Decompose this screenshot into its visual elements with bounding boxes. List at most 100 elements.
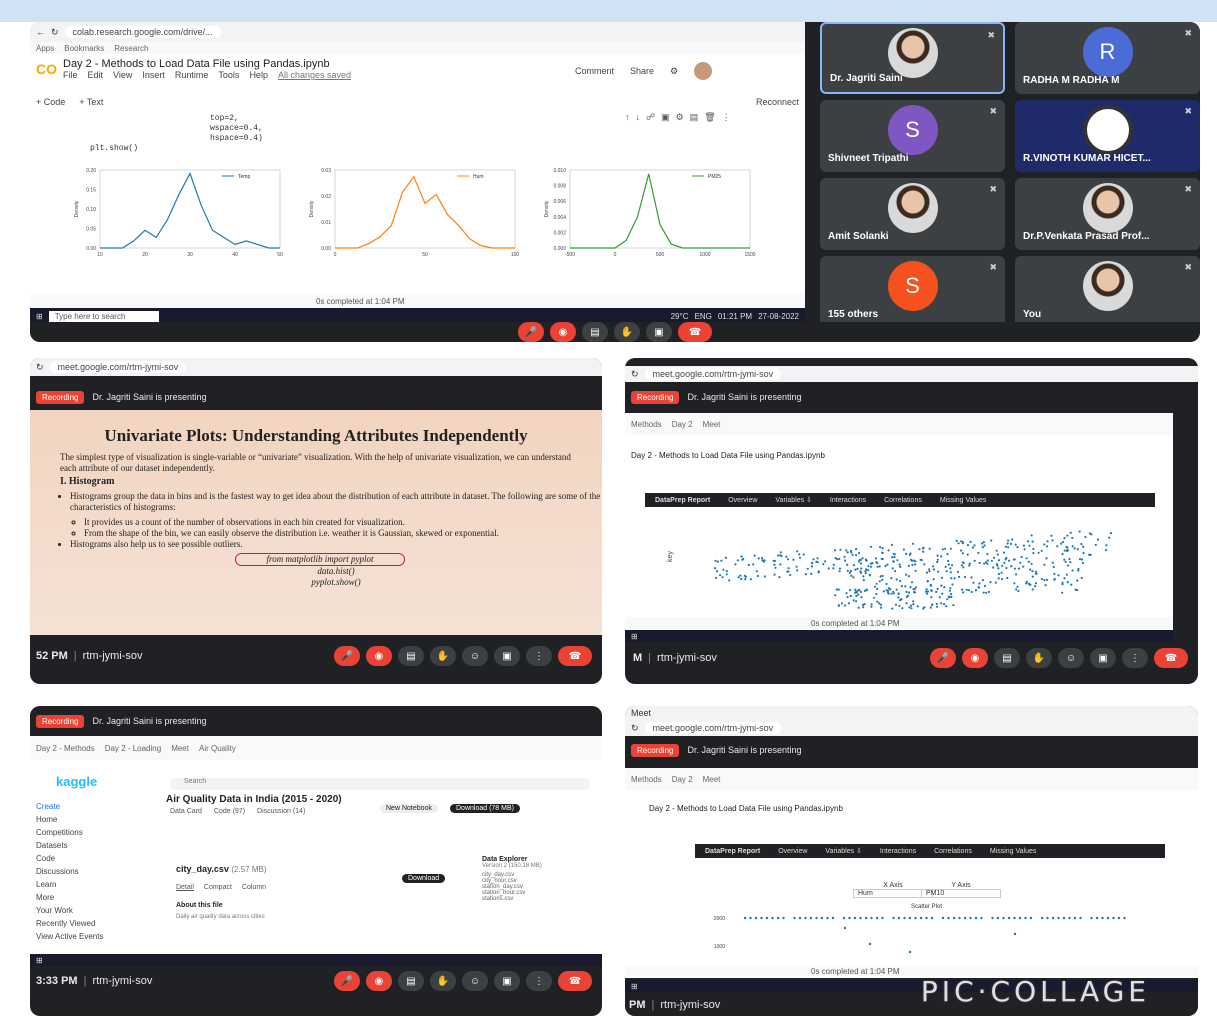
- mic-off-icon[interactable]: 🎤: [334, 646, 360, 666]
- emoji-icon[interactable]: ☺: [462, 646, 488, 666]
- notebook-title[interactable]: Day 2 - Methods to Load Data File using …: [631, 451, 825, 460]
- tab-dataprep[interactable]: DataPrep Report: [655, 497, 710, 504]
- code-cell[interactable]: top=2, wspace=0.4, hspace=0.4) plt.show(…: [90, 114, 263, 154]
- participant-tile[interactable]: S ✖ 155 others: [820, 256, 1005, 328]
- start-icon[interactable]: ⊞: [631, 632, 638, 641]
- download-button[interactable]: Download (78 MB): [450, 804, 520, 813]
- explorer-file[interactable]: stations.csv: [482, 896, 542, 902]
- reload-icon[interactable]: ↻: [51, 27, 59, 38]
- address-bar[interactable]: meet.google.com/rtm-jymi-sov: [644, 722, 782, 734]
- search-input[interactable]: Search: [170, 778, 590, 790]
- tab-variables[interactable]: Variables ⇩: [825, 847, 861, 855]
- participant-tile[interactable]: ✖ You: [1015, 256, 1200, 328]
- tab-interactions[interactable]: Interactions: [830, 497, 866, 504]
- mic-off-icon[interactable]: 🎤: [518, 322, 544, 342]
- add-code-button[interactable]: + Code: [36, 97, 65, 107]
- participant-tile[interactable]: ✖ R.VINOTH KUMAR HICET...: [1015, 100, 1200, 172]
- raise-hand-icon[interactable]: ✋: [430, 971, 456, 991]
- sidebar-item-create[interactable]: Create: [36, 802, 140, 811]
- participant-tile[interactable]: ✖ Amit Solanki: [820, 178, 1005, 250]
- back-icon[interactable]: ←: [36, 27, 45, 37]
- y-axis-dropdown[interactable]: PM10: [921, 889, 1001, 898]
- raise-hand-icon[interactable]: ✋: [430, 646, 456, 666]
- kaggle-logo[interactable]: kaggle: [56, 774, 97, 789]
- camera-off-icon[interactable]: ◉: [962, 648, 988, 668]
- tab-correlations[interactable]: Correlations: [884, 497, 922, 504]
- address-bar[interactable]: meet.google.com/rtm-jymi-sov: [644, 368, 782, 380]
- new-notebook-button[interactable]: New Notebook: [380, 804, 438, 813]
- present-icon[interactable]: ▣: [1090, 648, 1116, 668]
- sidebar-item-learn[interactable]: Learn: [36, 880, 140, 889]
- end-call-icon[interactable]: ☎: [678, 322, 712, 342]
- notebook-title[interactable]: Day 2 - Methods to Load Data File using …: [63, 58, 351, 70]
- captions-icon[interactable]: ▤: [582, 322, 608, 342]
- camera-off-icon[interactable]: ◉: [366, 646, 392, 666]
- settings-icon[interactable]: ⚙: [670, 66, 678, 80]
- emoji-icon[interactable]: ☺: [1058, 648, 1084, 668]
- reload-icon[interactable]: ↻: [36, 362, 44, 373]
- sidebar-item-events[interactable]: View Active Events: [36, 932, 140, 941]
- sidebar-item-code[interactable]: Code: [36, 854, 140, 863]
- sidebar-item-more[interactable]: More: [36, 893, 140, 902]
- camera-off-icon[interactable]: ◉: [550, 322, 576, 342]
- start-icon[interactable]: ⊞: [36, 956, 43, 965]
- start-icon[interactable]: ⊞: [631, 982, 638, 991]
- sidebar-item-discussions[interactable]: Discussions: [36, 867, 140, 876]
- raise-hand-icon[interactable]: ✋: [614, 322, 640, 342]
- more-icon[interactable]: ⋮: [1122, 648, 1148, 668]
- cell-toolbar[interactable]: ↑↓☍▣⚙▤🗑⋮: [625, 112, 737, 123]
- camera-off-icon[interactable]: ◉: [366, 971, 392, 991]
- reload-icon[interactable]: ↻: [631, 369, 639, 380]
- participant-tile[interactable]: R ✖ RADHA M RADHA M: [1015, 22, 1200, 94]
- tab-compact[interactable]: Compact: [204, 884, 232, 891]
- mic-off-icon[interactable]: 🎤: [930, 648, 956, 668]
- tab-variables[interactable]: Variables ⇩: [775, 496, 811, 504]
- avatar[interactable]: [694, 62, 713, 80]
- menu-tools[interactable]: Tools: [218, 70, 239, 80]
- sidebar-item-recent[interactable]: Recently Viewed: [36, 919, 140, 928]
- more-icon[interactable]: ⋮: [526, 646, 552, 666]
- tab-overview[interactable]: Overview: [778, 848, 807, 855]
- present-icon[interactable]: ▣: [646, 322, 672, 342]
- captions-icon[interactable]: ▤: [398, 971, 424, 991]
- tab-column[interactable]: Column: [242, 884, 266, 891]
- menu-edit[interactable]: Edit: [88, 70, 104, 80]
- menu-help[interactable]: Help: [249, 70, 268, 80]
- end-call-icon[interactable]: ☎: [558, 646, 592, 666]
- sidebar-item-home[interactable]: Home: [36, 815, 140, 824]
- menu-insert[interactable]: Insert: [142, 70, 165, 80]
- tab-missing[interactable]: Missing Values: [990, 848, 1037, 855]
- participant-tile[interactable]: ✖ Dr.P.Venkata Prasad Prof...: [1015, 178, 1200, 250]
- notebook-title[interactable]: Day 2 - Methods to Load Data File using …: [649, 804, 843, 813]
- end-call-icon[interactable]: ☎: [1154, 648, 1188, 668]
- menu-file[interactable]: File: [63, 70, 78, 80]
- participant-tile[interactable]: ✖ Dr. Jagriti Saini: [820, 22, 1005, 94]
- sidebar-item-datasets[interactable]: Datasets: [36, 841, 140, 850]
- tab-dataprep[interactable]: DataPrep Report: [705, 848, 760, 855]
- tab-interactions[interactable]: Interactions: [880, 848, 916, 855]
- menu-view[interactable]: View: [113, 70, 132, 80]
- present-icon[interactable]: ▣: [494, 971, 520, 991]
- tab-overview[interactable]: Overview: [728, 497, 757, 504]
- start-icon[interactable]: ⊞: [36, 312, 43, 321]
- more-icon[interactable]: ⋮: [526, 971, 552, 991]
- tab-missing[interactable]: Missing Values: [940, 497, 987, 504]
- raise-hand-icon[interactable]: ✋: [1026, 648, 1052, 668]
- sidebar-item-competitions[interactable]: Competitions: [36, 828, 140, 837]
- tab-discussion[interactable]: Discussion (14): [257, 808, 305, 815]
- end-call-icon[interactable]: ☎: [558, 971, 592, 991]
- tab-correlations[interactable]: Correlations: [934, 848, 972, 855]
- present-icon[interactable]: ▣: [494, 646, 520, 666]
- share-button[interactable]: Share: [630, 66, 654, 80]
- sidebar-item-your-work[interactable]: Your Work: [36, 906, 140, 915]
- tab-code[interactable]: Code (97): [214, 808, 245, 815]
- comment-button[interactable]: Comment: [575, 66, 614, 80]
- mic-off-icon[interactable]: 🎤: [334, 971, 360, 991]
- tab-data-card[interactable]: Data Card: [170, 808, 202, 815]
- emoji-icon[interactable]: ☺: [462, 971, 488, 991]
- address-bar[interactable]: colab.research.google.com/drive/...: [64, 26, 221, 38]
- captions-icon[interactable]: ▤: [398, 646, 424, 666]
- captions-icon[interactable]: ▤: [994, 648, 1020, 668]
- add-text-button[interactable]: + Text: [79, 97, 103, 107]
- tab-detail[interactable]: Detail: [176, 884, 194, 891]
